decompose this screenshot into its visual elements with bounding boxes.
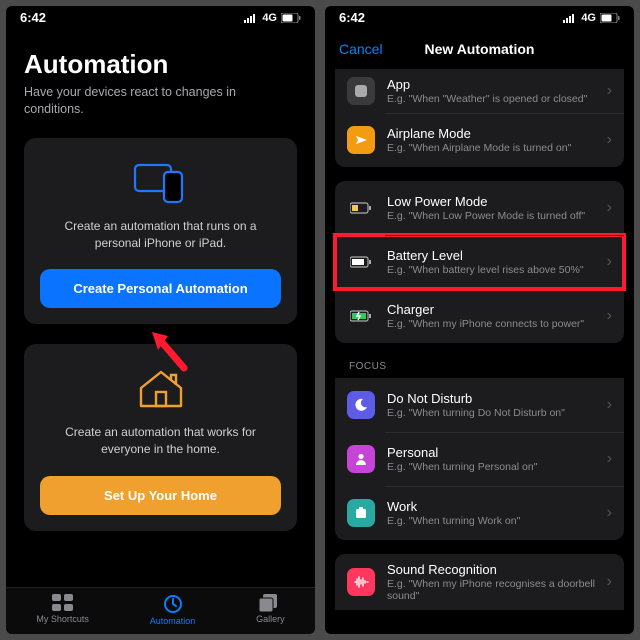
- row-subtitle: E.g. "When my iPhone recognises a doorbe…: [387, 578, 601, 602]
- trigger-list[interactable]: App E.g. "When "Weather" is opened or cl…: [325, 67, 634, 634]
- home-icon: [40, 368, 281, 410]
- row-title: Low Power Mode: [387, 194, 601, 209]
- personal-automation-card: Create an automation that runs on a pers…: [24, 138, 297, 325]
- row-title: Personal: [387, 445, 601, 460]
- row-work[interactable]: Work E.g. "When turning Work on" ›: [335, 486, 624, 540]
- row-subtitle: E.g. "When turning Personal on": [387, 461, 601, 473]
- app-icon: [347, 77, 375, 105]
- chevron-right-icon: ›: [607, 199, 612, 217]
- tab-label: My Shortcuts: [36, 614, 89, 624]
- group-power: Low Power Mode E.g. "When Low Power Mode…: [335, 181, 624, 343]
- modal-title: New Automation: [425, 41, 535, 57]
- tab-bar: My Shortcuts Automation Gallery: [6, 587, 315, 634]
- moon-icon: [347, 391, 375, 419]
- row-sound-recognition[interactable]: Sound Recognition E.g. "When my iPhone r…: [335, 554, 624, 610]
- shortcuts-icon: [52, 594, 74, 612]
- focus-section-header: FOCUS: [335, 357, 624, 378]
- status-bar: 6:42 4G: [6, 6, 315, 27]
- setup-home-button[interactable]: Set Up Your Home: [40, 476, 281, 515]
- battery-icon: [600, 13, 620, 23]
- page-title: Automation: [24, 49, 297, 80]
- person-icon: [347, 445, 375, 473]
- group-sound: Sound Recognition E.g. "When my iPhone r…: [335, 554, 624, 610]
- modal-header: Cancel New Automation: [325, 27, 634, 67]
- row-subtitle: E.g. "When Low Power Mode is turned off": [387, 210, 601, 222]
- status-indicators: 4G: [563, 12, 620, 24]
- cellular-icon: [563, 13, 577, 23]
- airplane-icon: [347, 126, 375, 154]
- status-bar: 6:42 4G: [325, 6, 634, 27]
- low-power-icon: [347, 194, 375, 222]
- chevron-right-icon: ›: [607, 131, 612, 149]
- page-subtitle: Have your devices react to changes in co…: [24, 84, 297, 118]
- tab-label: Gallery: [256, 614, 285, 624]
- phone-left: 6:42 4G Automation Have your devices rea…: [6, 6, 315, 634]
- row-charger[interactable]: Charger E.g. "When my iPhone connects to…: [335, 289, 624, 343]
- cancel-button[interactable]: Cancel: [339, 41, 383, 57]
- gallery-icon: [259, 594, 281, 612]
- chevron-right-icon: ›: [607, 82, 612, 100]
- charger-icon: [347, 302, 375, 330]
- personal-card-text: Create an automation that runs on a pers…: [40, 218, 281, 252]
- row-app[interactable]: App E.g. "When "Weather" is opened or cl…: [335, 69, 624, 113]
- cellular-icon: [244, 13, 258, 23]
- row-subtitle: E.g. "When turning Do Not Disturb on": [387, 407, 601, 419]
- row-title: Battery Level: [387, 248, 601, 263]
- row-subtitle: E.g. "When "Weather" is opened or closed…: [387, 93, 601, 105]
- tab-label: Automation: [150, 616, 196, 626]
- status-indicators: 4G: [244, 12, 301, 24]
- automation-screen: Automation Have your devices react to ch…: [6, 27, 315, 587]
- row-personal[interactable]: Personal E.g. "When turning Personal on"…: [335, 432, 624, 486]
- row-title: Airplane Mode: [387, 126, 601, 141]
- row-subtitle: E.g. "When my iPhone connects to power": [387, 318, 601, 330]
- badge-icon: [347, 499, 375, 527]
- row-subtitle: E.g. "When battery level rises above 50%…: [387, 264, 601, 276]
- automation-icon: [163, 594, 183, 614]
- row-title: Do Not Disturb: [387, 391, 601, 406]
- chevron-right-icon: ›: [607, 450, 612, 468]
- row-do-not-disturb[interactable]: Do Not Disturb E.g. "When turning Do Not…: [335, 378, 624, 432]
- home-automation-card: Create an automation that works for ever…: [24, 344, 297, 531]
- tab-automation[interactable]: Automation: [150, 594, 196, 626]
- group-apps: App E.g. "When "Weather" is opened or cl…: [335, 69, 624, 167]
- group-focus: FOCUS Do Not Disturb E.g. "When turning …: [335, 357, 624, 540]
- battery-icon: [281, 13, 301, 23]
- chevron-right-icon: ›: [607, 396, 612, 414]
- row-subtitle: E.g. "When turning Work on": [387, 515, 601, 527]
- status-time: 6:42: [339, 10, 365, 25]
- home-card-text: Create an automation that works for ever…: [40, 424, 281, 458]
- chevron-right-icon: ›: [607, 573, 612, 591]
- chevron-right-icon: ›: [607, 504, 612, 522]
- row-title: App: [387, 77, 601, 92]
- tab-gallery[interactable]: Gallery: [256, 594, 285, 626]
- row-title: Work: [387, 499, 601, 514]
- waveform-icon: [347, 568, 375, 596]
- row-subtitle: E.g. "When Airplane Mode is turned on": [387, 142, 601, 154]
- chevron-right-icon: ›: [607, 307, 612, 325]
- row-airplane-mode[interactable]: Airplane Mode E.g. "When Airplane Mode i…: [335, 113, 624, 167]
- tab-my-shortcuts[interactable]: My Shortcuts: [36, 594, 89, 626]
- network-label: 4G: [581, 12, 596, 24]
- devices-icon: [40, 162, 281, 204]
- network-label: 4G: [262, 12, 277, 24]
- row-battery-level[interactable]: Battery Level E.g. "When battery level r…: [335, 235, 624, 289]
- status-time: 6:42: [20, 10, 46, 25]
- row-low-power-mode[interactable]: Low Power Mode E.g. "When Low Power Mode…: [335, 181, 624, 235]
- row-title: Sound Recognition: [387, 562, 601, 577]
- battery-level-icon: [347, 248, 375, 276]
- row-title: Charger: [387, 302, 601, 317]
- phone-right: 6:42 4G Cancel New Automation App E.g. "…: [325, 6, 634, 634]
- chevron-right-icon: ›: [607, 253, 612, 271]
- create-personal-automation-button[interactable]: Create Personal Automation: [40, 269, 281, 308]
